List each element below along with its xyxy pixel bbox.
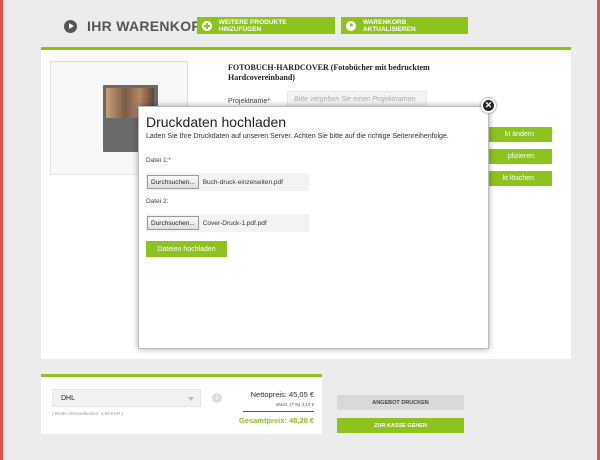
file2-filename: Cover-Druck-1.pdf.pdf: [202, 219, 267, 227]
print-offer-button[interactable]: ANGEBOT DRUCKEN: [337, 395, 464, 410]
upload-files-button[interactable]: Dateien hochladen: [146, 241, 227, 257]
play-icon: [64, 19, 77, 33]
page-title: IHR WARENKORB: [87, 18, 213, 34]
modal-description: Laden Sie Ihre Druckdaten auf unseren Se…: [146, 133, 449, 140]
add-products-button[interactable]: WEITERE PRODUKTE HINZUFÜGEN: [197, 17, 335, 34]
product-title: FOTOBUCH-HARDCOVER (Fotobücher mit bedru…: [228, 63, 430, 82]
shipping-select[interactable]: DHL: [52, 389, 201, 407]
project-name-label: Projektname*: [228, 98, 271, 105]
upload-modal: Druckdaten hochladen Laden Sie Ihre Druc…: [138, 106, 489, 349]
file1-input[interactable]: Durchsuchen... Buch-druck-einzelseiten.p…: [146, 173, 309, 191]
page-header: IHR WARENKORB: [64, 18, 212, 34]
divider: [243, 411, 314, 412]
close-icon[interactable]: ✕: [481, 98, 496, 113]
total-price: Gesamtpreis: 48,20 €: [238, 416, 314, 425]
update-cart-button[interactable]: WARENKORB AKTUALISIEREN: [341, 17, 468, 34]
shipping-value: DHL: [61, 395, 76, 402]
file2-label: Datei 2:: [146, 198, 169, 205]
file1-browse-button[interactable]: Durchsuchen...: [147, 175, 199, 189]
net-price: Nettopreis: 45,05 €: [250, 390, 314, 399]
file1-label: Datei 1:*: [146, 157, 171, 164]
modal-title: Druckdaten hochladen: [146, 114, 287, 130]
checkout-button[interactable]: ZUR KASSE GEHEN: [337, 418, 464, 433]
file1-filename: Buch-druck-einzelseiten.pdf: [202, 178, 283, 186]
shipping-note: ( Brutto-Versandkosten: 4,90 EUR ): [52, 411, 123, 416]
file2-input[interactable]: Durchsuchen... Cover-Druck-1.pdf.pdf: [146, 214, 309, 232]
plus-icon: [202, 20, 212, 31]
add-products-label: WEITERE PRODUKTE HINZUFÜGEN: [218, 18, 287, 33]
info-icon[interactable]: i: [212, 393, 222, 403]
chevron-down-icon: [188, 397, 194, 401]
summary-card: DHL i ( Brutto-Versandkosten: 4,90 EUR )…: [41, 374, 322, 434]
file2-browse-button[interactable]: Durchsuchen...: [147, 216, 199, 230]
vat-amount: MwSt. (7 %) 3,15 €: [275, 402, 314, 407]
play-icon: [346, 20, 356, 31]
update-cart-label: WARENKORB AKTUALISIEREN: [362, 18, 416, 33]
